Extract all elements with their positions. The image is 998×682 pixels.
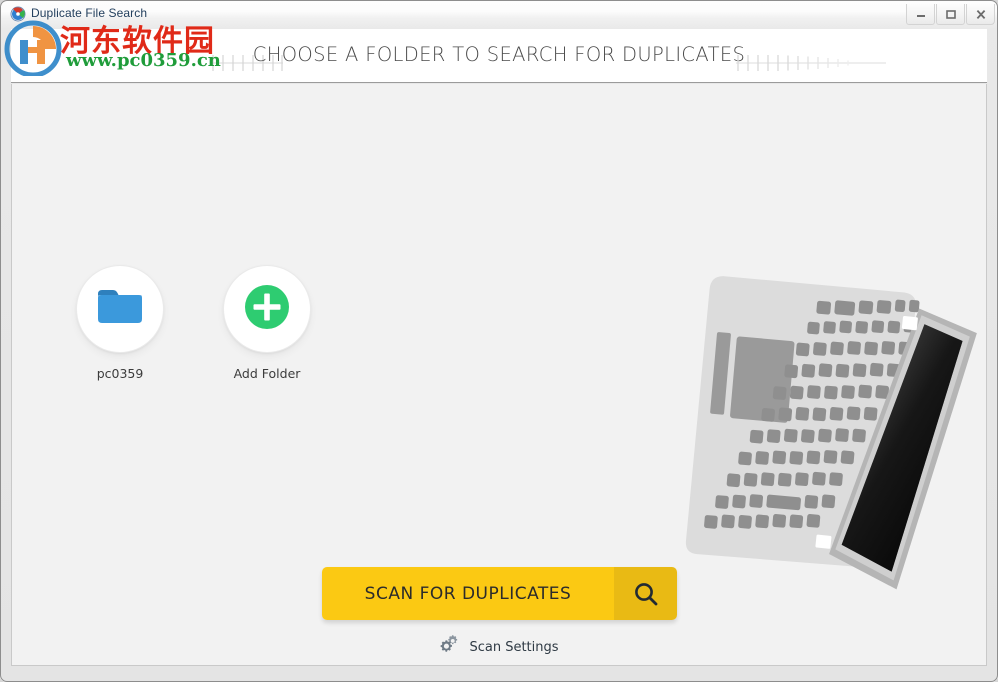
folder-icon <box>95 286 145 333</box>
scan-settings-label: Scan Settings <box>469 640 559 655</box>
plus-circle-icon <box>242 282 292 337</box>
laptop-illustration <box>632 234 986 614</box>
scan-button-label: SCAN FOR DUPLICATES <box>322 567 614 620</box>
title-bar[interactable]: Duplicate File Search <box>1 1 997 29</box>
main-content: pc0359 Add Folder SCAN FOR DUPLICATES Sc… <box>11 84 987 666</box>
maximize-button[interactable] <box>936 4 965 25</box>
scan-settings-link[interactable]: Scan Settings <box>12 635 986 660</box>
add-folder-tile[interactable]: Add Folder <box>212 266 322 381</box>
folder-tile-circle <box>77 266 163 352</box>
ruler-decoration-right <box>736 54 886 72</box>
application-window: Duplicate File Search CHOOSE A FOLDER TO… <box>0 0 998 682</box>
scan-for-duplicates-button[interactable]: SCAN FOR DUPLICATES <box>322 567 677 620</box>
gears-icon <box>439 635 461 660</box>
add-folder-label: Add Folder <box>233 366 301 381</box>
disc-icon <box>10 6 26 22</box>
folder-tile-pc0359[interactable]: pc0359 <box>65 266 175 381</box>
add-folder-circle <box>224 266 310 352</box>
close-button[interactable] <box>966 4 995 25</box>
page-header: CHOOSE A FOLDER TO SEARCH FOR DUPLICATES <box>11 29 987 83</box>
window-title: Duplicate File Search <box>31 6 148 20</box>
folder-tile-label: pc0359 <box>96 366 144 381</box>
magnifier-icon[interactable] <box>614 567 677 620</box>
minimize-button[interactable] <box>906 4 935 25</box>
